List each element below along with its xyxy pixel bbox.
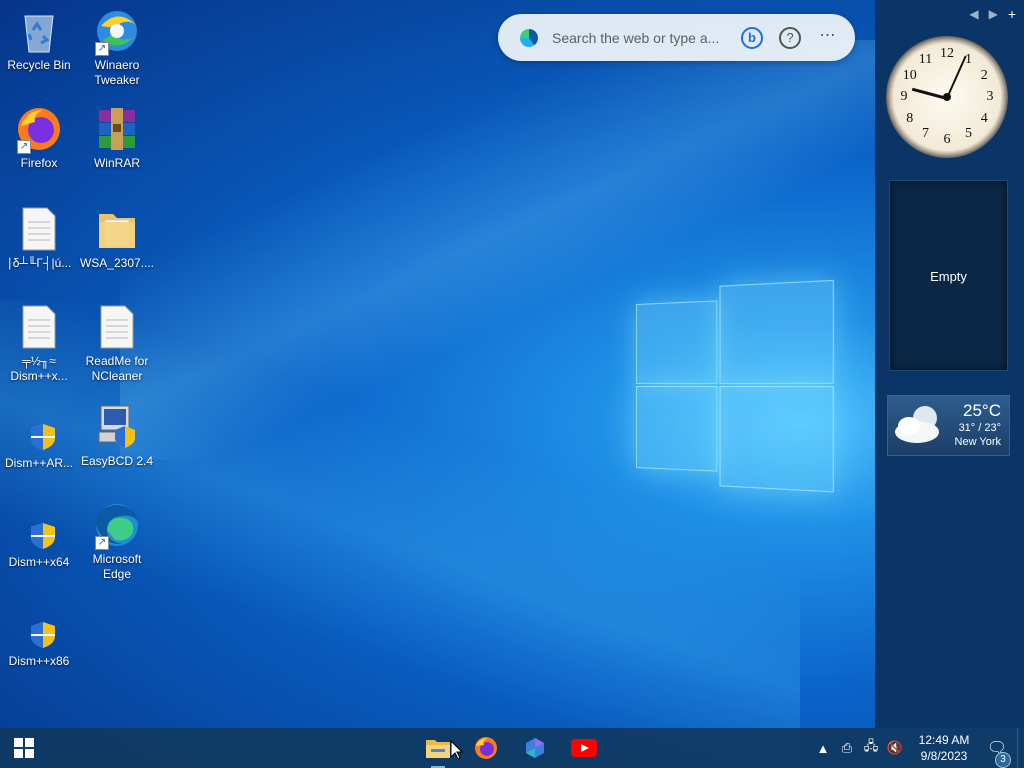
mouse-cursor-icon xyxy=(450,739,464,760)
windows-wallpaper-logo xyxy=(636,279,834,493)
desktop-icon-text-file[interactable]: ∣δ┴╙Γ┤|ú... xyxy=(0,206,78,271)
taskbar-copilot[interactable] xyxy=(511,728,559,768)
icon-label: WSA_2307.... xyxy=(79,256,155,270)
folder-icon xyxy=(93,206,141,252)
desktop-icon-dism-x86[interactable]: Dism++x86 xyxy=(0,616,78,669)
weather-temperature: 25°C xyxy=(963,401,1001,420)
desktop-icon-winrar[interactable]: WinRAR xyxy=(78,106,156,171)
copilot-icon xyxy=(526,738,544,758)
easybcd-icon xyxy=(93,404,141,450)
file-explorer-icon xyxy=(426,740,450,758)
weather-gadget[interactable]: 25°C 31° / 23° New York xyxy=(887,395,1010,456)
icon-label: ╤½╖≈ Dism++x... xyxy=(10,354,68,383)
icon-label: Firefox xyxy=(20,156,58,170)
action-center-button[interactable]: 🗨 3 xyxy=(977,738,1017,768)
edge-search-bar[interactable]: Search the web or type a... b ? ⋯ xyxy=(498,14,855,61)
system-tray: ▲ ⎙ 🖧 🔇 12:49 AM 9/8/2023 🗨 3 xyxy=(811,728,1024,768)
notification-count-badge: 3 xyxy=(995,752,1011,768)
hour-hand xyxy=(911,87,948,100)
taskbar: ▲ ⎙ 🖧 🔇 12:49 AM 9/8/2023 🗨 3 xyxy=(0,728,1024,768)
weather-city: New York xyxy=(954,436,1001,448)
desktop-icon-readme-ncleaner[interactable]: ReadMe for NCleaner xyxy=(78,304,156,384)
edge-icon xyxy=(520,28,538,47)
slideshow-empty-text: Empty xyxy=(930,269,967,284)
desktop-icon-winaero-tweaker[interactable]: ↗ Winaero Tweaker xyxy=(78,8,156,88)
text-document-icon xyxy=(15,206,63,252)
clock-numeral: 11 xyxy=(918,51,933,67)
icon-label: ∣δ┴╙Γ┤|ú... xyxy=(6,256,72,270)
show-desktop-button[interactable] xyxy=(1017,728,1024,768)
desktop-icon-recycle-bin[interactable]: Recycle Bin xyxy=(0,8,78,73)
uac-shield-icon xyxy=(15,517,63,551)
uac-shield-icon xyxy=(15,418,63,452)
desktop-icon-text-file[interactable]: ╤½╖≈ Dism++x... xyxy=(0,304,78,384)
icon-label: EasyBCD 2.4 xyxy=(80,454,154,468)
volume-muted-icon[interactable]: 🔇 xyxy=(883,740,907,756)
windows-logo-icon xyxy=(14,738,34,758)
previous-icon[interactable]: ◀ xyxy=(969,7,978,21)
desktop-icon-dism-arm[interactable]: Dism++AR... xyxy=(0,418,78,471)
show-hidden-icons-icon[interactable]: ▲ xyxy=(811,741,835,756)
clock-numeral: 4 xyxy=(980,110,988,126)
icon-label: Dism++x64 xyxy=(8,555,70,569)
clock-numeral: 12 xyxy=(940,46,954,61)
taskbar-date: 9/8/2023 xyxy=(920,749,968,763)
sidebar-nav: ◀ ▶ + xyxy=(969,6,1016,22)
firefox-icon: ↗ xyxy=(15,106,63,154)
recycle-bin-icon xyxy=(15,8,63,54)
clock-numeral: 6 xyxy=(943,132,951,147)
icon-label: Winaero Tweaker xyxy=(94,58,140,87)
clock-numeral: 8 xyxy=(906,110,914,126)
clock-numeral: 9 xyxy=(900,89,908,104)
text-document-icon xyxy=(93,304,141,350)
desktop-icon-microsoft-edge[interactable]: ↗ Microsoft Edge xyxy=(78,502,156,582)
icon-label: Recycle Bin xyxy=(7,58,71,72)
slideshow-gadget[interactable]: Empty xyxy=(889,180,1008,371)
network-icon[interactable]: 🖧 xyxy=(859,737,883,759)
taskbar-clock[interactable]: 12:49 AM 9/8/2023 xyxy=(911,732,977,764)
clock-numeral: 3 xyxy=(986,89,994,104)
more-options-icon[interactable]: ⋯ xyxy=(817,27,839,49)
clock-center xyxy=(943,93,951,101)
add-gadget-icon[interactable]: + xyxy=(1008,6,1016,22)
weather-range: 31° / 23° xyxy=(958,422,1001,434)
clock-numeral: 2 xyxy=(980,67,988,83)
clock-numeral: 10 xyxy=(902,67,917,83)
desktop-icon-dism-x64[interactable]: Dism++x64 xyxy=(0,517,78,570)
bing-chat-icon[interactable]: b xyxy=(741,26,763,49)
desktop-icon-firefox[interactable]: ↗ Firefox xyxy=(0,106,78,171)
taskbar-firefox[interactable] xyxy=(462,728,510,768)
winrar-icon xyxy=(93,106,141,152)
icon-label: Microsoft Edge xyxy=(92,552,142,581)
taskbar-time: 12:49 AM xyxy=(918,733,970,747)
search-input[interactable]: Search the web or type a... xyxy=(552,30,741,46)
desktop-icon-folder-wsa[interactable]: WSA_2307.... xyxy=(78,206,156,271)
clock-numeral: 5 xyxy=(965,126,972,142)
icon-label: Dism++x86 xyxy=(8,654,70,668)
winaero-tweaker-icon: ↗ xyxy=(93,8,141,56)
edge-icon: ↗ xyxy=(93,502,141,550)
clock-numeral: 7 xyxy=(922,126,929,142)
youtube-icon xyxy=(571,739,597,757)
clock-gadget[interactable]: 11 10 9 8 7 6 5 4 3 2 1 12 xyxy=(886,36,1008,158)
icon-label: Dism++AR... xyxy=(4,456,73,470)
uac-shield-icon xyxy=(15,616,63,650)
icon-label: ReadMe for NCleaner xyxy=(85,354,149,383)
meet-now-icon[interactable]: ⎙ xyxy=(835,740,859,756)
taskbar-youtube[interactable] xyxy=(560,728,608,768)
desktop-icon-easybcd[interactable]: EasyBCD 2.4 xyxy=(78,404,156,469)
icon-label: WinRAR xyxy=(93,156,140,170)
help-icon[interactable]: ? xyxy=(779,26,801,49)
text-document-icon xyxy=(15,304,63,350)
cloudy-night-icon xyxy=(895,406,939,443)
firefox-icon xyxy=(475,737,497,759)
next-icon[interactable]: ▶ xyxy=(989,7,998,21)
start-button[interactable] xyxy=(0,728,48,768)
